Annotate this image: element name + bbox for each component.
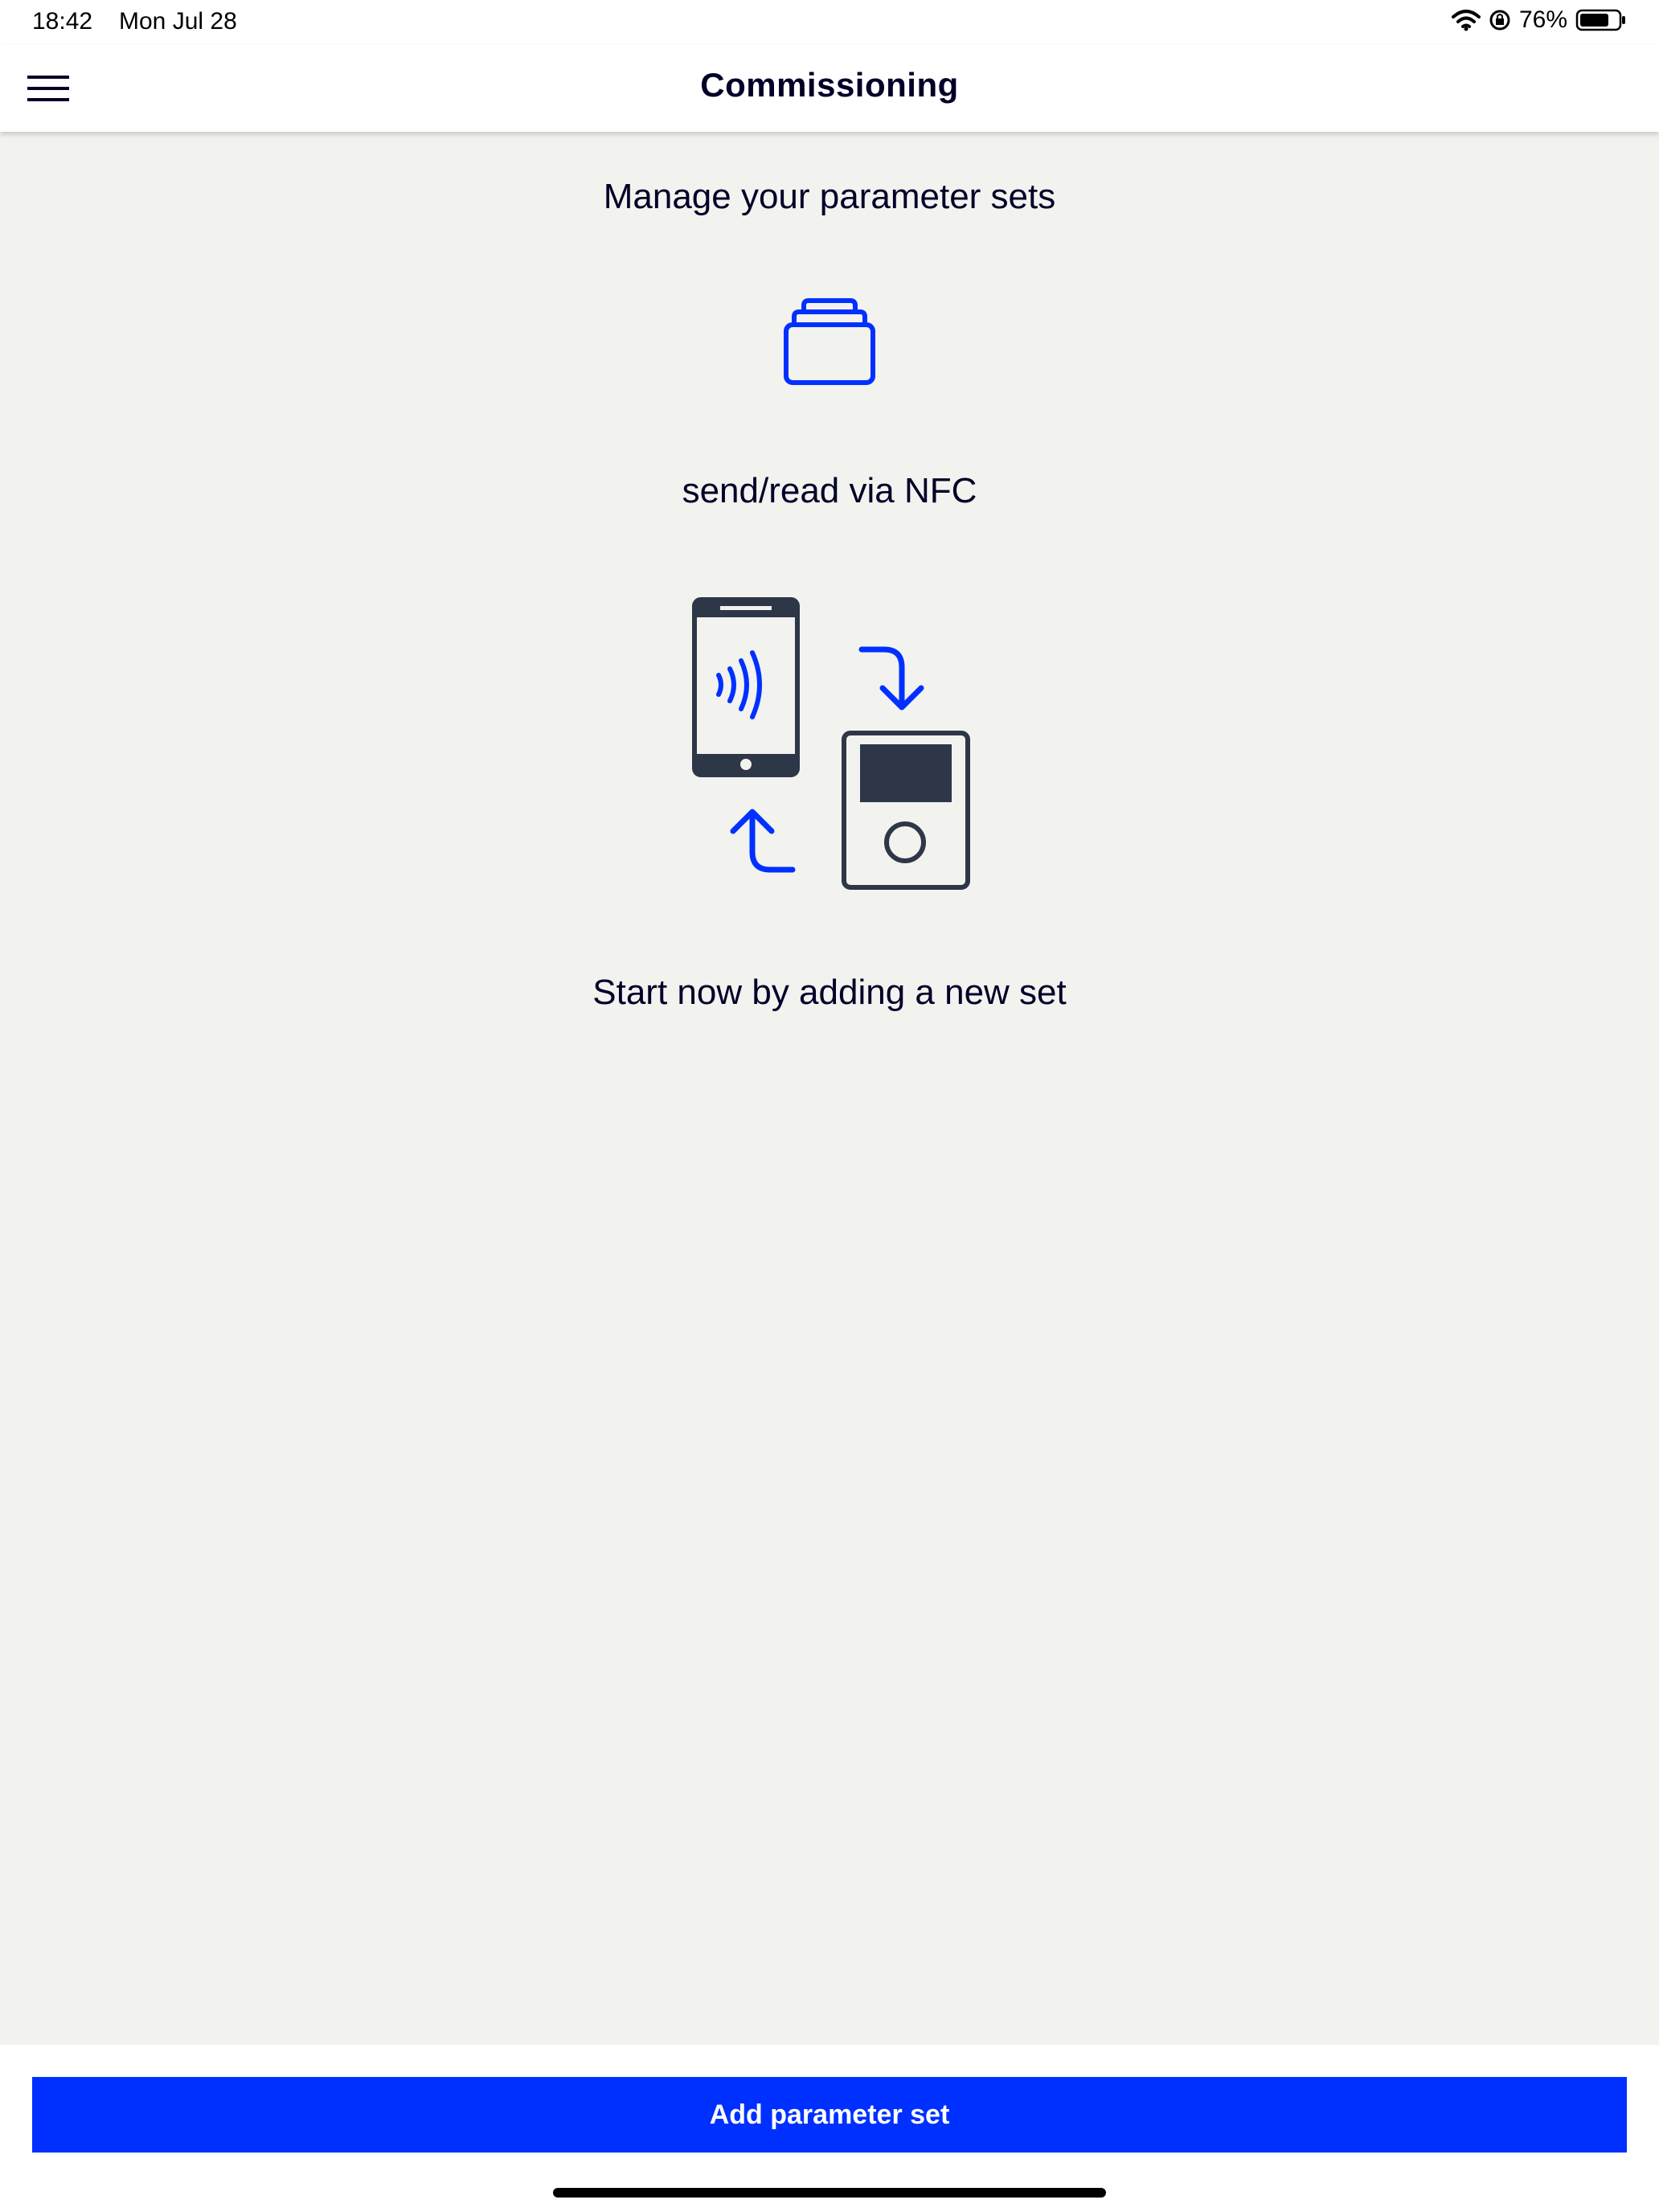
battery-icon [1575, 8, 1627, 32]
arrow-up-icon [722, 804, 799, 880]
parameter-sets-stack-icon [783, 297, 876, 391]
status-date: Mon Jul 28 [119, 8, 237, 35]
footer: Add parameter set [0, 2045, 1659, 2212]
headline: Manage your parameter sets [603, 177, 1056, 216]
cta-text: Start now by adding a new set [592, 973, 1067, 1012]
orientation-lock-icon [1489, 9, 1511, 31]
wifi-icon [1451, 9, 1481, 31]
status-bar: 18:42 Mon Jul 28 76% [0, 0, 1659, 45]
navbar: Commissioning [0, 45, 1659, 132]
page-title: Commissioning [700, 66, 959, 104]
home-indicator [553, 2188, 1106, 2198]
add-parameter-set-button[interactable]: Add parameter set [32, 2077, 1627, 2153]
device-icon [841, 730, 971, 895]
nfc-label: send/read via NFC [682, 471, 977, 510]
arrow-down-icon [855, 643, 932, 719]
nfc-phone-icon [691, 596, 801, 784]
battery-percent: 76% [1518, 6, 1567, 33]
status-icons: 76% [1451, 6, 1627, 34]
status-time: 18:42 [32, 8, 93, 35]
